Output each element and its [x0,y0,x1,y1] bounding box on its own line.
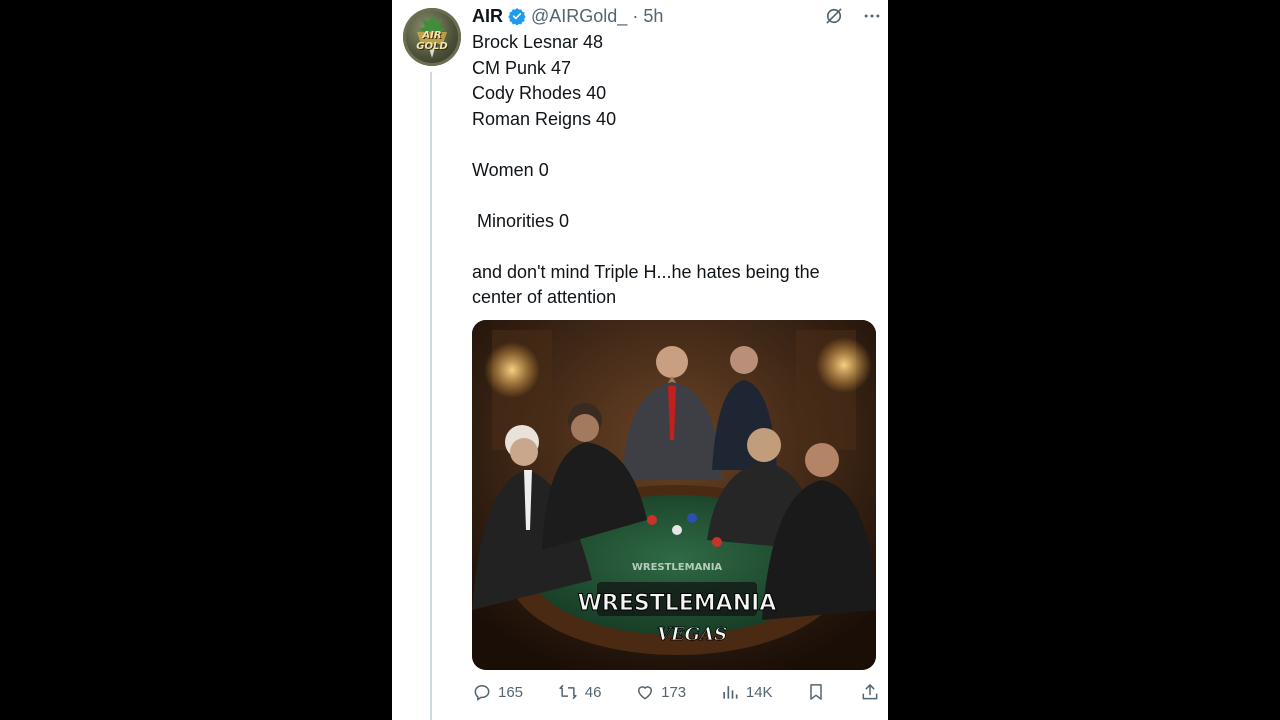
post-line-blank: ​ [472,183,872,209]
vegas-logo-text: VEGAS [657,624,727,645]
post-actions: 165 46 173 14K [472,680,880,704]
reply-icon [474,684,490,701]
post-line: and don't mind Triple H...he hates being… [472,261,825,308]
wall-lamp-left [484,342,540,398]
poker-table-image: WRESTLEMANIA WRESTLEMANIA VEGAS [472,320,876,670]
post-top-icons [824,6,882,31]
post-image[interactable]: WRESTLEMANIA WRESTLEMANIA VEGAS [472,320,876,670]
author-handle[interactable]: @AIRGold_ [531,6,627,27]
views-icon [723,686,738,699]
repost-button[interactable]: 46 [557,682,602,702]
grok-icon[interactable] [824,6,844,31]
views-count: 14K [745,683,773,701]
post-line: Minorities 0 [472,210,570,231]
post-line: Cody Rhodes 40 [472,83,607,103]
like-count: 173 [661,683,687,701]
avatar-logo-text: AIR GOLD [416,30,448,52]
bookmark-icon [810,684,823,700]
post-line: CM Punk 47 [472,57,572,78]
like-button[interactable]: 173 [635,682,686,702]
repost-count: 46 [584,683,602,701]
like-icon [638,686,653,700]
post-text: Brock Lesnar 48 CM Punk 47 Cody Rhodes 4… [472,30,872,311]
avatar[interactable]: AIR GOLD [403,8,461,66]
post-time[interactable]: 5h [643,6,663,27]
post-line: Brock Lesnar 48 [472,32,604,52]
post-line-blank: ​ [472,132,872,158]
table-text: WRESTLEMANIA [632,562,723,573]
share-icon [862,684,878,700]
author-name[interactable]: AIR [472,6,503,27]
wrestlemania-logo-text: WRESTLEMANIA [578,591,777,616]
views-button[interactable]: 14K [720,682,773,702]
post-header: AIR @AIRGold_ · 5h [472,4,663,28]
separator-dot: · [632,5,639,26]
thread-line [430,72,432,720]
more-icon[interactable] [862,6,882,31]
share-button[interactable] [860,682,880,702]
post-line: Women 0 [472,159,549,180]
post-line-blank: ​ [472,234,872,260]
bookmark-button[interactable] [806,682,826,702]
repost-icon [559,684,577,700]
wall-lamp-right [816,337,872,393]
reply-button[interactable]: 165 [472,682,523,702]
reply-count: 165 [498,683,524,701]
verified-badge-icon [508,7,526,26]
post-line: Roman Reigns 40 [472,108,617,129]
